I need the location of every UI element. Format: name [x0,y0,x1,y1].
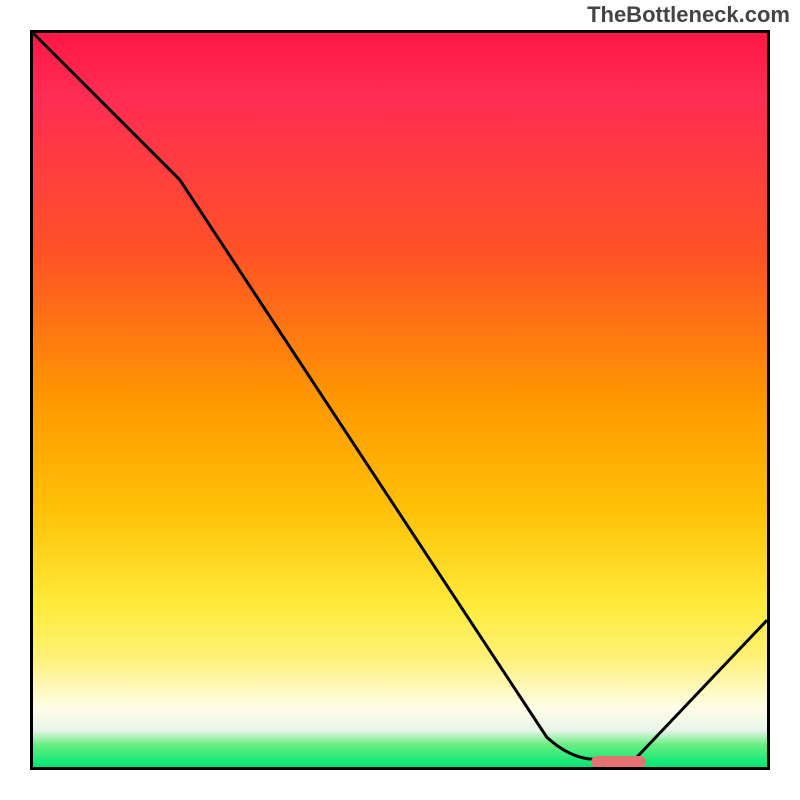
chart-curve-svg [33,33,767,767]
bottleneck-curve-path [33,33,767,759]
optimal-marker [591,756,646,768]
watermark-text: TheBottleneck.com [587,2,790,28]
chart-plot-area [30,30,770,770]
